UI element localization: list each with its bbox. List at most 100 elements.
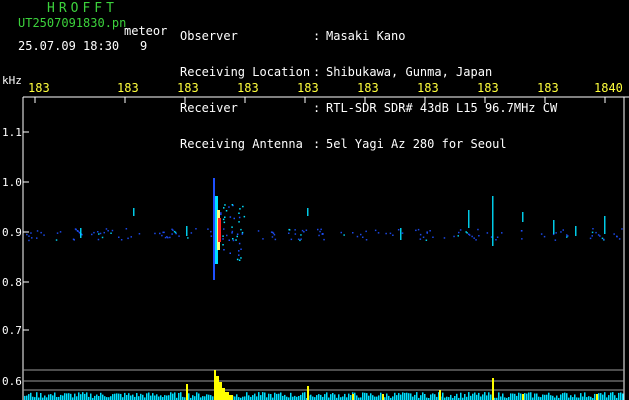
noise-speckle: [323, 238, 325, 241]
noise-speckle: [43, 234, 45, 236]
noise-speckle: [210, 235, 213, 237]
amplitude-bar: [158, 396, 160, 400]
noise-speckle: [297, 238, 300, 240]
noise-speckle: [501, 232, 503, 234]
amplitude-bar: [424, 394, 426, 400]
amplitude-bar: [434, 394, 436, 400]
amplitude-peak: [439, 390, 441, 400]
noise-speckle: [294, 233, 297, 235]
noise-speckle: [101, 236, 104, 239]
noise-speckle: [107, 230, 109, 232]
amplitude-burst: [229, 395, 233, 400]
amplitude-bar: [194, 396, 196, 400]
amplitude-bar: [60, 394, 62, 400]
amplitude-bar: [116, 393, 118, 400]
amplitude-bar: [516, 395, 518, 400]
noise-speckle: [419, 233, 422, 236]
amplitude-peak: [492, 378, 494, 400]
noise-speckle: [422, 236, 425, 238]
spectrogram-plot: [22, 96, 629, 400]
meteor-ping: [400, 228, 402, 240]
amplitude-bar: [312, 396, 314, 400]
meteor-scatter: [225, 210, 228, 212]
noise-speckle: [28, 239, 30, 242]
amplitude-bar: [74, 393, 76, 400]
noise-speckle: [59, 231, 62, 233]
amplitude-bar: [450, 394, 452, 400]
amplitude-bar: [310, 394, 312, 400]
noise-speckle: [300, 234, 302, 236]
amplitude-bar: [300, 394, 302, 400]
noise-speckle: [392, 234, 394, 236]
noise-speckle: [36, 230, 39, 232]
amplitude-bar: [432, 393, 434, 400]
amplitude-bar: [258, 392, 260, 400]
amplitude-bar: [252, 395, 254, 400]
amplitude-bar: [270, 394, 272, 400]
amplitude-bar: [580, 393, 582, 400]
noise-speckle: [167, 236, 169, 239]
meteor-scatter: [242, 205, 244, 208]
amplitude-bar: [160, 395, 162, 400]
amplitude-bar: [514, 393, 516, 400]
noise-speckle: [478, 235, 480, 237]
amplitude-bar: [316, 395, 318, 400]
noise-speckle: [389, 232, 392, 235]
meteor-scatter: [236, 235, 238, 238]
amplitude-bar: [602, 394, 604, 400]
amplitude-bar: [556, 395, 558, 400]
meteor-scatter: [241, 233, 244, 235]
meteor-scatter: [220, 212, 222, 214]
amplitude-bar: [386, 393, 388, 400]
noise-speckle: [111, 229, 114, 232]
amplitude-bar: [128, 393, 130, 400]
amplitude-bar: [476, 394, 478, 400]
amplitude-bar: [498, 392, 500, 400]
noise-speckle: [429, 230, 431, 232]
amplitude-bar: [486, 395, 488, 400]
amplitude-peak: [186, 384, 188, 400]
amplitude-bar: [120, 393, 122, 400]
amplitude-bar: [500, 396, 502, 400]
amplitude-bar: [100, 392, 102, 400]
meteor-scatter: [241, 231, 244, 234]
amplitude-bar: [584, 392, 586, 400]
amplitude-bar: [536, 393, 538, 400]
amplitude-bar: [256, 396, 258, 400]
amplitude-bar: [534, 393, 536, 400]
noise-speckle: [466, 232, 468, 234]
amplitude-bar: [262, 392, 264, 400]
meteor-scatter: [238, 212, 240, 214]
noise-speckle: [154, 232, 156, 235]
meteor-ping: [133, 208, 135, 216]
amplitude-bar: [528, 392, 530, 400]
amplitude-bar: [598, 393, 600, 400]
amplitude-bar: [374, 396, 376, 400]
amplitude-bar: [354, 392, 356, 400]
amplitude-bar: [166, 395, 168, 400]
noise-speckle: [75, 228, 77, 231]
amplitude-bar: [66, 393, 68, 400]
meteor-scatter: [240, 257, 242, 259]
meteor-ping: [468, 210, 470, 228]
amplitude-bar: [544, 394, 546, 400]
amplitude-bar: [364, 392, 366, 400]
amplitude-bar: [510, 393, 512, 400]
noise-speckle: [468, 234, 471, 236]
noise-speckle: [118, 236, 120, 238]
meteor-ping: [604, 216, 606, 234]
meteor-scatter: [235, 239, 237, 241]
amplitude-bar: [604, 392, 606, 400]
amplitude-bar: [78, 392, 80, 400]
amplitude-bar: [112, 394, 114, 400]
amplitude-bar: [472, 393, 474, 400]
amplitude-bar: [276, 393, 278, 400]
amplitude-bar: [620, 392, 622, 400]
amplitude-bar: [202, 396, 204, 400]
amplitude-bar: [172, 393, 174, 400]
amplitude-bar: [274, 392, 276, 400]
noise-speckle: [305, 229, 308, 231]
amplitude-bar: [244, 396, 246, 400]
amplitude-bar: [560, 394, 562, 400]
amplitude-bar: [380, 392, 382, 400]
